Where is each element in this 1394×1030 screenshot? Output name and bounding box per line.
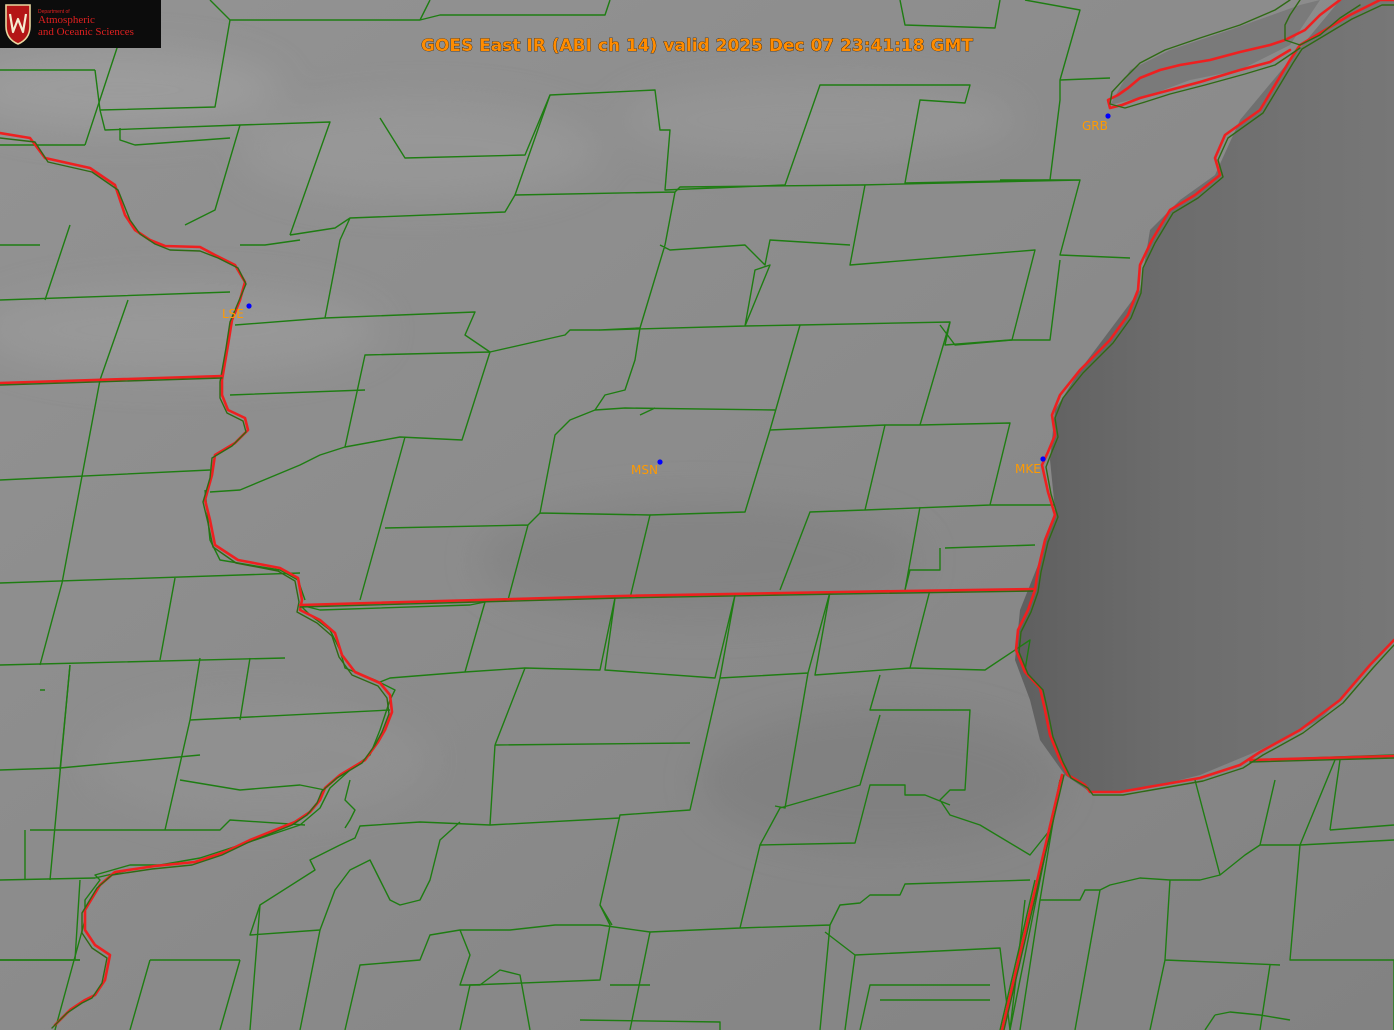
aos-logo: Department of Atmospheric and Oceanic Sc… xyxy=(0,0,161,48)
station-label-msn: MSN xyxy=(631,463,658,477)
logo-line-1: Atmospheric xyxy=(38,14,95,27)
station-dot-mke xyxy=(1040,456,1046,462)
logo-text: Department of Atmospheric and Oceanic Sc… xyxy=(38,9,134,38)
satellite-ir-map: LSE GRB MSN MKE GOES East IR (ABI ch 14)… xyxy=(0,0,1394,1030)
station-label-mke: MKE xyxy=(1015,462,1041,476)
station-dot-grb xyxy=(1105,113,1111,119)
map-title: GOES East IR (ABI ch 14) valid 2025 Dec … xyxy=(421,36,973,56)
logo-line-2: and Oceanic Sciences xyxy=(38,25,134,38)
station-msn: MSN xyxy=(631,459,663,477)
station-dot-lse xyxy=(246,303,252,309)
station-label-grb: GRB xyxy=(1082,119,1108,133)
uw-crest-icon xyxy=(5,4,31,45)
station-dot-msn xyxy=(657,459,663,465)
station-label-lse: LSE xyxy=(222,307,244,321)
